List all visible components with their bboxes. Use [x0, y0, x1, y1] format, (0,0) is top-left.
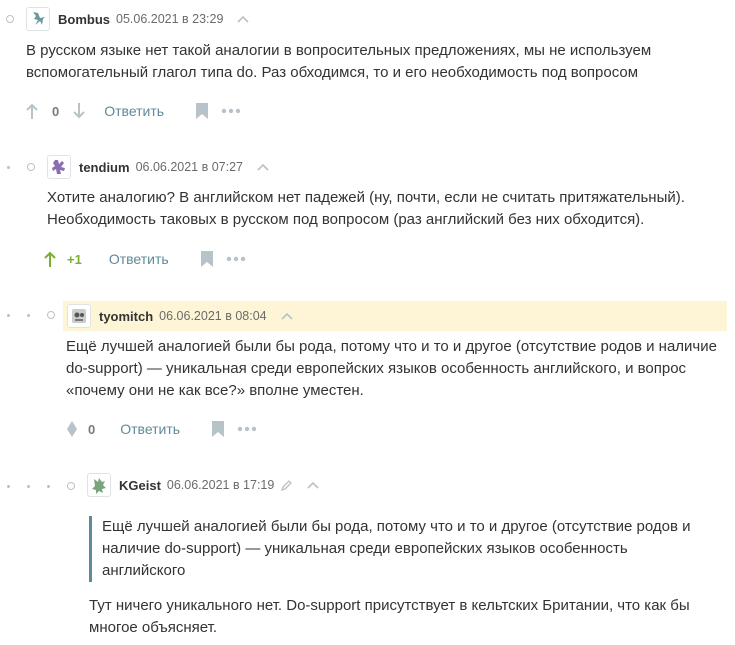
comment-date[interactable]: 06.06.2021 в 08:04: [159, 309, 266, 323]
avatar[interactable]: [26, 7, 50, 31]
comment-actions: +1 Ответить: [44, 247, 246, 271]
comment-date[interactable]: 05.06.2021 в 23:29: [116, 12, 223, 26]
avatar[interactable]: [47, 155, 71, 179]
arrow-up-icon[interactable]: [26, 102, 38, 120]
arrow-up-icon[interactable]: [44, 250, 56, 268]
reply-link[interactable]: Ответить: [104, 103, 164, 119]
avatar-identicon: [92, 478, 106, 494]
avatar-identicon: [52, 160, 65, 174]
avatar[interactable]: [67, 304, 91, 328]
comment-date[interactable]: 06.06.2021 в 07:27: [136, 160, 243, 174]
more-icon[interactable]: [237, 426, 257, 432]
bookmark-icon[interactable]: [196, 103, 209, 119]
thread-ring: [6, 15, 14, 23]
avatar[interactable]: [87, 473, 111, 497]
thread-dot: [7, 313, 10, 317]
reply-link[interactable]: Ответить: [109, 251, 169, 267]
username[interactable]: Bombus: [58, 12, 110, 27]
comment-actions: 0 Ответить: [26, 99, 241, 123]
chevron-up-icon[interactable]: [281, 312, 293, 320]
thread-ring: [27, 163, 35, 171]
username[interactable]: tendium: [79, 160, 130, 175]
thread-indicator: [7, 303, 55, 327]
thread-dot: [47, 484, 50, 488]
pencil-icon: [280, 479, 293, 492]
thread-ring: [67, 482, 75, 490]
avatar-identicon: [72, 309, 86, 323]
thread-dot: [27, 484, 30, 488]
comment-text: Ещё лучшей аналогией были бы рода, потом…: [66, 338, 717, 399]
comment-meta: tyomitch 06.06.2021 в 08:04: [63, 301, 727, 331]
comment-meta: Bombus 05.06.2021 в 23:29: [26, 6, 250, 32]
diamond-vote-icon[interactable]: [66, 420, 78, 438]
more-icon[interactable]: [221, 108, 241, 114]
comment-meta: tendium 06.06.2021 в 07:27: [47, 154, 269, 180]
thread-dot: [27, 313, 30, 317]
vote-score: 0: [88, 421, 96, 437]
chevron-up-icon[interactable]: [257, 163, 269, 171]
thread-indicator: [7, 474, 75, 498]
chevron-up-icon[interactable]: [307, 481, 319, 489]
comment-text: В русском языке нет такой аналогии в воп…: [26, 42, 652, 81]
vote-score: 0: [52, 103, 60, 119]
thread-dot: [7, 484, 10, 488]
thread-ring: [47, 311, 55, 319]
comment-meta: KGeist 06.06.2021 в 17:19: [87, 472, 319, 498]
thread-dot: [7, 165, 10, 169]
username[interactable]: KGeist: [119, 478, 161, 493]
vote-score: +1: [67, 251, 82, 267]
username[interactable]: tyomitch: [99, 309, 153, 324]
comment-actions: 0 Ответить: [66, 417, 257, 441]
quote-block: Ещё лучшей аналогией были бы рода, потом…: [89, 516, 709, 582]
comment-text: Тут ничего уникального нет. Do-support п…: [89, 597, 690, 636]
arrow-down-icon[interactable]: [73, 102, 85, 120]
chevron-up-icon[interactable]: [237, 15, 250, 23]
comment-text: Хотите аналогию? В английском нет падеже…: [47, 189, 685, 228]
thread-indicator: [7, 155, 35, 179]
comment-date[interactable]: 06.06.2021 в 17:19: [167, 478, 274, 492]
more-icon[interactable]: [226, 256, 246, 262]
avatar-identicon: [33, 12, 45, 25]
reply-link[interactable]: Ответить: [120, 421, 180, 437]
bookmark-icon[interactable]: [200, 251, 213, 267]
bookmark-icon[interactable]: [212, 421, 225, 437]
thread-indicator: [6, 7, 14, 31]
